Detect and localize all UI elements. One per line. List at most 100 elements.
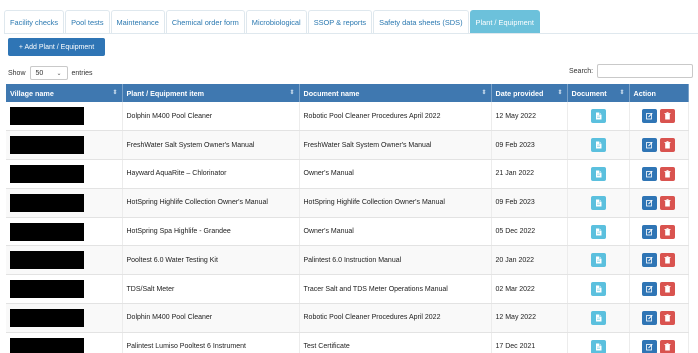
cell-document (567, 245, 630, 276)
cell-plant-equipment-item: FreshWater Salt System Owner's Manual (122, 130, 300, 161)
delete-button[interactable] (660, 138, 675, 153)
edit-button[interactable] (642, 282, 657, 297)
tab-facility-checks[interactable]: Facility checks (4, 10, 65, 33)
table-row: Palintest Lumiso Pooltest 6 Instrument Te… (6, 332, 689, 353)
redacted-village-name (10, 308, 84, 327)
delete-button[interactable] (660, 166, 675, 181)
delete-button[interactable] (660, 109, 675, 124)
tab-safety-data-sheets[interactable]: Safety data sheets (SDS) (373, 10, 469, 33)
view-document-button[interactable] (590, 138, 606, 153)
cell-plant-equipment-item: Dolphin M400 Pool Cleaner (122, 102, 300, 132)
cell-document-name: Test Certificate (299, 332, 492, 353)
view-document-button[interactable] (590, 195, 606, 210)
cell-document (567, 332, 630, 353)
cell-document-name: Robotic Pool Cleaner Procedures April 20… (299, 102, 492, 132)
cell-plant-equipment-item: TDS/Salt Meter (122, 274, 300, 305)
cell-date-provided: 17 Dec 2021 (491, 332, 568, 353)
tab-maintenance[interactable]: Maintenance (110, 10, 165, 33)
cell-date-provided: 09 Feb 2023 (491, 188, 568, 218)
view-document-button[interactable] (590, 310, 606, 325)
cell-village-name (6, 102, 123, 132)
delete-button[interactable] (660, 195, 675, 210)
cell-document-name: Owner's Manual (299, 159, 492, 189)
col-label: Date provided (495, 88, 544, 98)
edit-button[interactable] (642, 138, 657, 153)
view-document-button[interactable] (590, 339, 606, 353)
table-row: TDS/Salt Meter Tracer Salt and TDS Meter … (6, 274, 689, 305)
cell-action (629, 245, 689, 276)
redacted-village-name (10, 251, 84, 270)
cell-date-provided: 09 Feb 2023 (491, 130, 568, 161)
search-input[interactable] (597, 64, 694, 78)
table-row: FreshWater Salt System Owner's Manual Fre… (6, 130, 689, 161)
cell-document (567, 274, 630, 305)
tab-plant-equipment[interactable]: Plant / Equipment (469, 10, 540, 33)
tab-pool-tests[interactable]: Pool tests (65, 10, 110, 33)
equipment-table: Village name ⇕ Plant / Equipment item ⇕ Do… (6, 84, 689, 353)
cell-date-provided: 12 May 2022 (491, 303, 568, 333)
delete-button[interactable] (660, 224, 675, 239)
delete-button[interactable] (660, 253, 675, 268)
col-action: Action (629, 84, 689, 102)
table-row: Dolphin M400 Pool Cleaner Robotic Pool Cl… (6, 303, 689, 333)
col-label: Plant / Equipment item (126, 88, 204, 98)
col-document[interactable]: Document ⇕ (567, 84, 630, 102)
edit-button[interactable] (642, 253, 657, 268)
tab-chemical-order-form[interactable]: Chemical order form (165, 10, 245, 33)
view-document-button[interactable] (590, 224, 606, 239)
view-document-button[interactable] (590, 109, 606, 124)
entries-value: 50 (35, 69, 44, 77)
sort-icon: ⇕ (481, 90, 487, 96)
cell-document (567, 159, 630, 189)
col-document-name[interactable]: Document name ⇕ (299, 84, 492, 102)
entries-label: entries (71, 69, 93, 77)
redacted-village-name (10, 136, 84, 155)
cell-date-provided: 20 Jan 2022 (491, 245, 568, 276)
cell-action (629, 217, 689, 247)
cell-village-name (6, 188, 123, 218)
redacted-village-name (10, 337, 84, 353)
redacted-village-name (10, 193, 84, 212)
col-village-name[interactable]: Village name ⇕ (6, 84, 123, 102)
sort-icon: ⇕ (289, 90, 295, 96)
edit-button[interactable] (642, 339, 657, 353)
show-label: Show (8, 69, 26, 77)
col-plant-equipment-item[interactable]: Plant / Equipment item ⇕ (122, 84, 300, 102)
sort-icon: ⇕ (112, 90, 118, 96)
cell-document-name: FreshWater Salt System Owner's Manual (299, 130, 492, 161)
view-document-button[interactable] (590, 282, 606, 297)
cell-action (629, 188, 689, 218)
table-row: Hayward AquaRite – Chlorinator Owner's Ma… (6, 159, 689, 189)
entries-select[interactable]: 50 ⌄ (29, 66, 68, 80)
cell-village-name (6, 245, 123, 276)
col-label: Document name (303, 88, 360, 98)
table-row: HotSpring Spa Highlife - Grandee Owner's … (6, 217, 689, 247)
length-control: Show 50 ⌄ entries (8, 66, 93, 80)
table-row: HotSpring Highlife Collection Owner's Ma… (6, 188, 689, 218)
sort-icon: ⇕ (619, 90, 625, 96)
view-document-button[interactable] (590, 166, 606, 181)
cell-plant-equipment-item: HotSpring Highlife Collection Owner's Ma… (122, 188, 300, 218)
edit-button[interactable] (642, 224, 657, 239)
col-label: Action (633, 88, 656, 98)
edit-button[interactable] (642, 166, 657, 181)
tab-microbiological[interactable]: Microbiological (245, 10, 307, 33)
col-date-provided[interactable]: Date provided ⇕ (491, 84, 568, 102)
delete-button[interactable] (660, 282, 675, 297)
nav-tabs: Facility checks Pool tests Maintenance C… (4, 10, 541, 33)
delete-button[interactable] (660, 310, 675, 325)
cell-village-name (6, 303, 123, 333)
cell-action (629, 130, 689, 161)
redacted-village-name (10, 280, 84, 299)
edit-button[interactable] (642, 195, 657, 210)
edit-button[interactable] (642, 109, 657, 124)
cell-action (629, 303, 689, 333)
cell-village-name (6, 159, 123, 189)
add-plant-equipment-button[interactable]: + Add Plant / Equipment (8, 38, 105, 56)
cell-document-name: Palintest 6.0 Instruction Manual (299, 245, 492, 276)
view-document-button[interactable] (590, 253, 606, 268)
tab-ssop-reports[interactable]: SSOP & reports (307, 10, 373, 33)
delete-button[interactable] (660, 339, 675, 353)
edit-button[interactable] (642, 310, 657, 325)
table-header-row: Village name ⇕ Plant / Equipment item ⇕ Do… (6, 84, 689, 102)
